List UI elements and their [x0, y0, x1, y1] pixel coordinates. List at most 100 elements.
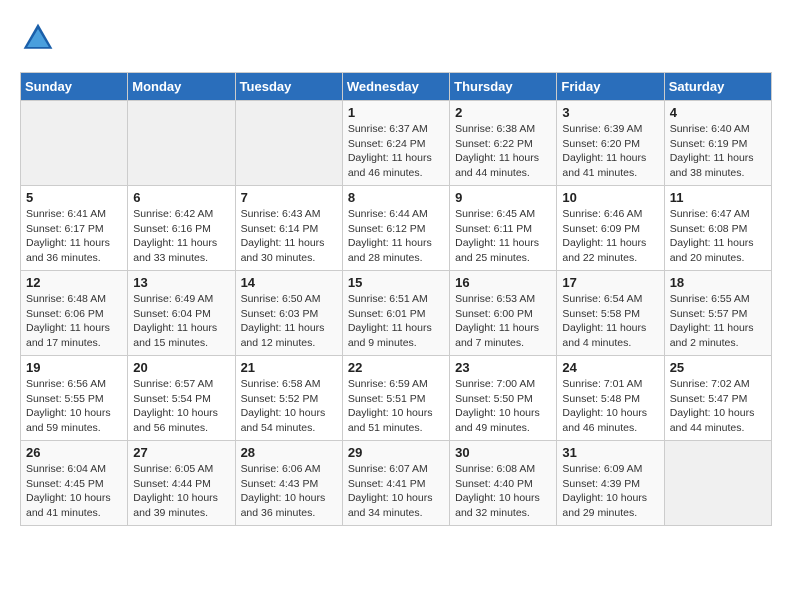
day-info: Sunrise: 6:46 AM Sunset: 6:09 PM Dayligh…: [562, 207, 658, 266]
day-info: Sunrise: 7:02 AM Sunset: 5:47 PM Dayligh…: [670, 377, 766, 436]
day-info: Sunrise: 6:39 AM Sunset: 6:20 PM Dayligh…: [562, 122, 658, 181]
day-info: Sunrise: 6:53 AM Sunset: 6:00 PM Dayligh…: [455, 292, 551, 351]
calendar-cell: 5 Sunrise: 6:41 AM Sunset: 6:17 PM Daylig…: [21, 186, 128, 271]
day-number: 2: [455, 105, 551, 120]
day-info: Sunrise: 7:01 AM Sunset: 5:48 PM Dayligh…: [562, 377, 658, 436]
calendar-table: SundayMondayTuesdayWednesdayThursdayFrid…: [20, 72, 772, 526]
day-number: 15: [348, 275, 444, 290]
day-info: Sunrise: 6:38 AM Sunset: 6:22 PM Dayligh…: [455, 122, 551, 181]
day-info: Sunrise: 6:41 AM Sunset: 6:17 PM Dayligh…: [26, 207, 122, 266]
calendar-cell: 2 Sunrise: 6:38 AM Sunset: 6:22 PM Daylig…: [450, 101, 557, 186]
day-number: 19: [26, 360, 122, 375]
calendar-cell: [21, 101, 128, 186]
day-number: 4: [670, 105, 766, 120]
day-info: Sunrise: 6:54 AM Sunset: 5:58 PM Dayligh…: [562, 292, 658, 351]
logo: [20, 20, 62, 56]
day-number: 21: [241, 360, 337, 375]
calendar-cell: [235, 101, 342, 186]
day-number: 8: [348, 190, 444, 205]
day-info: Sunrise: 6:44 AM Sunset: 6:12 PM Dayligh…: [348, 207, 444, 266]
day-number: 26: [26, 445, 122, 460]
day-number: 12: [26, 275, 122, 290]
calendar-week-3: 12 Sunrise: 6:48 AM Sunset: 6:06 PM Dayli…: [21, 271, 772, 356]
calendar-week-2: 5 Sunrise: 6:41 AM Sunset: 6:17 PM Daylig…: [21, 186, 772, 271]
day-info: Sunrise: 6:47 AM Sunset: 6:08 PM Dayligh…: [670, 207, 766, 266]
calendar-cell: 23 Sunrise: 7:00 AM Sunset: 5:50 PM Dayli…: [450, 356, 557, 441]
day-info: Sunrise: 6:40 AM Sunset: 6:19 PM Dayligh…: [670, 122, 766, 181]
calendar-cell: 22 Sunrise: 6:59 AM Sunset: 5:51 PM Dayli…: [342, 356, 449, 441]
day-info: Sunrise: 6:57 AM Sunset: 5:54 PM Dayligh…: [133, 377, 229, 436]
calendar-cell: 26 Sunrise: 6:04 AM Sunset: 4:45 PM Dayli…: [21, 441, 128, 526]
calendar-cell: 18Sunrise: 6:55 AM Sunset: 5:57 PM Dayli…: [664, 271, 771, 356]
day-number: 5: [26, 190, 122, 205]
calendar-cell: 1Sunrise: 6:37 AM Sunset: 6:24 PM Daylig…: [342, 101, 449, 186]
calendar-cell: 16 Sunrise: 6:53 AM Sunset: 6:00 PM Dayli…: [450, 271, 557, 356]
calendar-week-5: 26 Sunrise: 6:04 AM Sunset: 4:45 PM Dayli…: [21, 441, 772, 526]
calendar-cell: 17 Sunrise: 6:54 AM Sunset: 5:58 PM Dayli…: [557, 271, 664, 356]
day-number: 24: [562, 360, 658, 375]
calendar-cell: 21 Sunrise: 6:58 AM Sunset: 5:52 PM Dayli…: [235, 356, 342, 441]
weekday-header-sunday: Sunday: [21, 73, 128, 101]
day-number: 23: [455, 360, 551, 375]
day-info: Sunrise: 6:07 AM Sunset: 4:41 PM Dayligh…: [348, 462, 444, 521]
calendar-cell: 8 Sunrise: 6:44 AM Sunset: 6:12 PM Daylig…: [342, 186, 449, 271]
day-info: Sunrise: 6:43 AM Sunset: 6:14 PM Dayligh…: [241, 207, 337, 266]
weekday-header-row: SundayMondayTuesdayWednesdayThursdayFrid…: [21, 73, 772, 101]
day-info: Sunrise: 6:51 AM Sunset: 6:01 PM Dayligh…: [348, 292, 444, 351]
calendar-cell: 20 Sunrise: 6:57 AM Sunset: 5:54 PM Dayli…: [128, 356, 235, 441]
day-info: Sunrise: 6:04 AM Sunset: 4:45 PM Dayligh…: [26, 462, 122, 521]
calendar-week-4: 19 Sunrise: 6:56 AM Sunset: 5:55 PM Dayli…: [21, 356, 772, 441]
weekday-header-wednesday: Wednesday: [342, 73, 449, 101]
logo-icon: [20, 20, 56, 56]
calendar-cell: 31Sunrise: 6:09 AM Sunset: 4:39 PM Dayli…: [557, 441, 664, 526]
day-info: Sunrise: 6:56 AM Sunset: 5:55 PM Dayligh…: [26, 377, 122, 436]
calendar-cell: 29Sunrise: 6:07 AM Sunset: 4:41 PM Dayli…: [342, 441, 449, 526]
calendar-cell: 9 Sunrise: 6:45 AM Sunset: 6:11 PM Daylig…: [450, 186, 557, 271]
weekday-header-monday: Monday: [128, 73, 235, 101]
day-number: 31: [562, 445, 658, 460]
day-number: 17: [562, 275, 658, 290]
calendar-cell: 13Sunrise: 6:49 AM Sunset: 6:04 PM Dayli…: [128, 271, 235, 356]
day-number: 9: [455, 190, 551, 205]
calendar-cell: 6 Sunrise: 6:42 AM Sunset: 6:16 PM Daylig…: [128, 186, 235, 271]
calendar-cell: 27 Sunrise: 6:05 AM Sunset: 4:44 PM Dayli…: [128, 441, 235, 526]
day-info: Sunrise: 6:05 AM Sunset: 4:44 PM Dayligh…: [133, 462, 229, 521]
day-info: Sunrise: 6:59 AM Sunset: 5:51 PM Dayligh…: [348, 377, 444, 436]
calendar-cell: 19 Sunrise: 6:56 AM Sunset: 5:55 PM Dayli…: [21, 356, 128, 441]
day-number: 27: [133, 445, 229, 460]
calendar-cell: 4 Sunrise: 6:40 AM Sunset: 6:19 PM Daylig…: [664, 101, 771, 186]
calendar-cell: 11Sunrise: 6:47 AM Sunset: 6:08 PM Dayli…: [664, 186, 771, 271]
day-info: Sunrise: 7:00 AM Sunset: 5:50 PM Dayligh…: [455, 377, 551, 436]
day-info: Sunrise: 6:58 AM Sunset: 5:52 PM Dayligh…: [241, 377, 337, 436]
page-header: [20, 20, 772, 56]
day-number: 30: [455, 445, 551, 460]
day-number: 6: [133, 190, 229, 205]
calendar-cell: 10 Sunrise: 6:46 AM Sunset: 6:09 PM Dayli…: [557, 186, 664, 271]
calendar-cell: [128, 101, 235, 186]
day-number: 10: [562, 190, 658, 205]
day-number: 13: [133, 275, 229, 290]
calendar-cell: 12 Sunrise: 6:48 AM Sunset: 6:06 PM Dayli…: [21, 271, 128, 356]
day-number: 16: [455, 275, 551, 290]
day-number: 18: [670, 275, 766, 290]
day-info: Sunrise: 6:48 AM Sunset: 6:06 PM Dayligh…: [26, 292, 122, 351]
calendar-cell: 14Sunrise: 6:50 AM Sunset: 6:03 PM Dayli…: [235, 271, 342, 356]
weekday-header-tuesday: Tuesday: [235, 73, 342, 101]
day-info: Sunrise: 6:45 AM Sunset: 6:11 PM Dayligh…: [455, 207, 551, 266]
calendar-week-1: 1Sunrise: 6:37 AM Sunset: 6:24 PM Daylig…: [21, 101, 772, 186]
day-info: Sunrise: 6:08 AM Sunset: 4:40 PM Dayligh…: [455, 462, 551, 521]
day-info: Sunrise: 6:37 AM Sunset: 6:24 PM Dayligh…: [348, 122, 444, 181]
weekday-header-thursday: Thursday: [450, 73, 557, 101]
day-number: 14: [241, 275, 337, 290]
day-number: 22: [348, 360, 444, 375]
calendar-cell: 7Sunrise: 6:43 AM Sunset: 6:14 PM Daylig…: [235, 186, 342, 271]
calendar-cell: 30 Sunrise: 6:08 AM Sunset: 4:40 PM Dayli…: [450, 441, 557, 526]
weekday-header-friday: Friday: [557, 73, 664, 101]
calendar-cell: 25Sunrise: 7:02 AM Sunset: 5:47 PM Dayli…: [664, 356, 771, 441]
calendar-cell: 15 Sunrise: 6:51 AM Sunset: 6:01 PM Dayli…: [342, 271, 449, 356]
day-number: 20: [133, 360, 229, 375]
day-info: Sunrise: 6:42 AM Sunset: 6:16 PM Dayligh…: [133, 207, 229, 266]
day-info: Sunrise: 6:06 AM Sunset: 4:43 PM Dayligh…: [241, 462, 337, 521]
calendar-cell: 24 Sunrise: 7:01 AM Sunset: 5:48 PM Dayli…: [557, 356, 664, 441]
day-number: 3: [562, 105, 658, 120]
